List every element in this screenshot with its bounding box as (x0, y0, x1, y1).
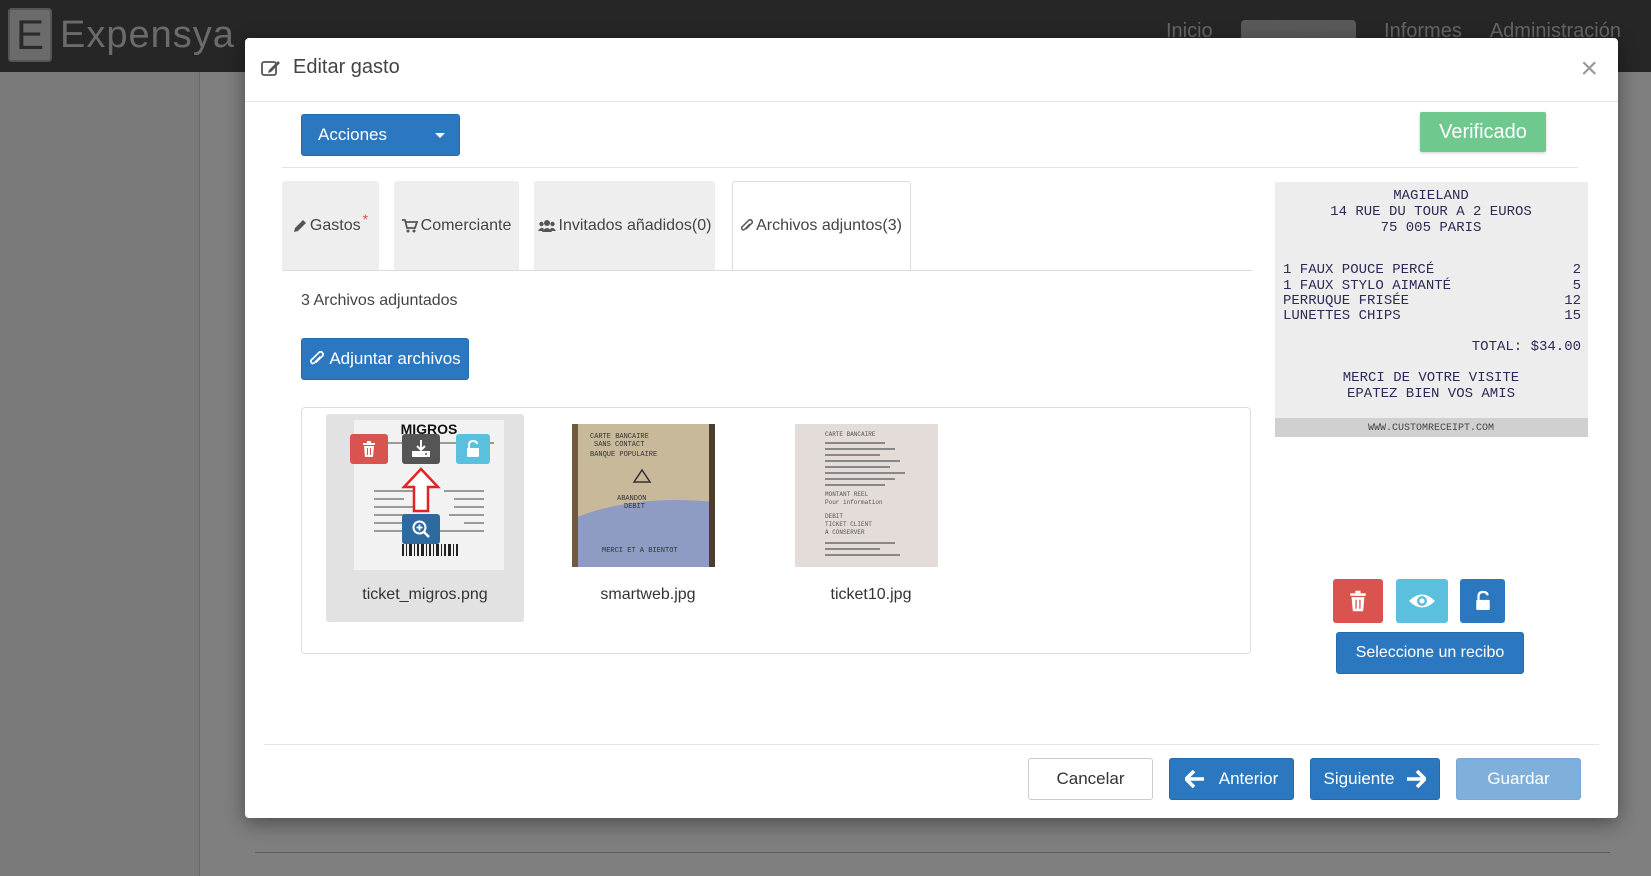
eye-icon (1409, 594, 1435, 608)
receipt-line: MAGIELAND (1393, 188, 1469, 204)
attachment-thumbnail[interactable]: CARTE BANCAIRE SANS CONTACT BANQUE POPUL… (572, 424, 715, 567)
trash-icon (363, 441, 375, 457)
arrow-up-indicator (401, 467, 441, 513)
thumbnail-line: CARTE BANCAIRE (590, 433, 649, 441)
receipt-line: 14 RUE DU TOUR A 2 EUROS (1330, 204, 1532, 220)
edit-expense-modal: Editar gasto × Acciones Verificado Gasto… (245, 38, 1618, 818)
save-button[interactable]: Guardar (1456, 758, 1581, 800)
receipt-item-value: 2 (1573, 262, 1581, 278)
tabs-border (282, 270, 1252, 271)
modal-header: Editar gasto × (245, 38, 1618, 102)
tab-archivos-adjuntos[interactable]: Archivos adjuntos(3) (732, 181, 911, 271)
thumbnail-line: SANS CONTACT (594, 441, 644, 449)
app-logo[interactable]: E Expensya (8, 8, 235, 62)
tab-invitados[interactable]: Invitados añadidos(0) (534, 181, 715, 270)
receipt-item-value: 12 (1564, 293, 1581, 309)
attachment-item[interactable]: CARTE BANCAIRE MONTANT REEL Pour informa… (772, 414, 970, 622)
unlock-icon (467, 440, 479, 457)
unlock-icon (1475, 590, 1490, 610)
actions-dropdown[interactable]: Acciones (301, 114, 460, 156)
attachments-list: MIGROS ticket_migros.png CARTE BANCAIRE … (301, 407, 1251, 654)
pencil-icon (293, 219, 306, 232)
arrow-right-icon (1407, 770, 1427, 788)
receipt-footer-line: EPATEZ BIEN VOS AMIS (1347, 386, 1515, 402)
receipt-preview-image: MAGIELAND 14 RUE DU TOUR A 2 EUROS 75 00… (1275, 182, 1588, 437)
receipt-url: WWW.CUSTOMRECEIPT.COM (1368, 423, 1494, 434)
thumbnail-line: TICKET CLIENT (825, 521, 872, 528)
thumbnail-line: DEBIT (624, 503, 645, 511)
attachment-filename: ticket10.jpg (830, 586, 912, 603)
tab-archivos-label: Archivos adjuntos(3) (756, 217, 902, 234)
attachment-item[interactable]: CARTE BANCAIRE SANS CONTACT BANQUE POPUL… (549, 414, 747, 622)
unlock-receipt-button[interactable] (1460, 579, 1505, 623)
arrow-left-icon (1184, 770, 1204, 788)
receipt-item-label: 1 FAUX STYLO AIMANTÉ (1283, 276, 1451, 294)
attachments-count: 3 Archivos adjuntados (301, 292, 458, 309)
cancel-button[interactable]: Cancelar (1028, 758, 1153, 800)
tab-invitados-label: Invitados añadidos(0) (558, 216, 712, 234)
zoom-in-icon (412, 520, 430, 538)
thumbnail-line: MERCI ET A BIENTOT (602, 547, 678, 555)
thumbnail-line: BANQUE POPULAIRE (590, 451, 657, 459)
receipt-item-label: PERRUQUE FRISÉE (1283, 291, 1409, 309)
attachment-filename: ticket_migros.png (362, 586, 488, 603)
caret-down-icon (435, 132, 445, 138)
users-icon (537, 219, 556, 232)
required-mark: * (362, 210, 369, 227)
close-icon[interactable]: × (1580, 54, 1598, 84)
thumbnail-line: DEBIT (825, 513, 843, 520)
attach-files-label: Adjuntar archivos (329, 349, 461, 368)
thumbnail-line: ABANDON (617, 495, 646, 503)
unlock-attachment-button[interactable] (456, 434, 490, 464)
download-icon (412, 440, 430, 457)
receipt-footer-line: MERCI DE VOTRE VISITE (1343, 370, 1519, 386)
modal-title: Editar gasto (261, 56, 400, 79)
receipt-line: 75 005 PARIS (1381, 220, 1482, 236)
receipt-item-label: 1 FAUX POUCE PERCÉ (1283, 260, 1434, 278)
thumbnail-line: A CONSERVER (825, 529, 865, 536)
thumbnail-line: MONTANT REEL (825, 491, 869, 498)
edit-icon (261, 60, 280, 76)
modal-title-text: Editar gasto (293, 56, 400, 78)
background-divider (255, 852, 1610, 853)
receipt-total: TOTAL: $34.00 (1472, 339, 1581, 355)
delete-receipt-button[interactable] (1333, 579, 1383, 623)
attachment-thumbnail[interactable]: CARTE BANCAIRE MONTANT REEL Pour informa… (795, 424, 938, 567)
actions-label: Acciones (318, 125, 387, 144)
thumbnail-line: Pour information (825, 499, 883, 506)
tab-gastos-label: Gastos (309, 216, 361, 234)
trash-icon (1350, 590, 1366, 612)
cart-icon (401, 218, 418, 232)
previous-button[interactable]: Anterior (1169, 758, 1294, 800)
paperclip-icon (741, 219, 754, 231)
attachment-item[interactable]: MIGROS ticket_migros.png (326, 414, 524, 622)
thumbnail-line: CARTE BANCAIRE (825, 431, 876, 438)
footer-divider (264, 744, 1599, 745)
select-receipt-button[interactable]: Seleccione un recibo (1336, 632, 1524, 674)
tab-comerciante-label: Comerciante (420, 216, 512, 234)
previous-label: Anterior (1218, 769, 1279, 788)
logo-mark: E (8, 8, 52, 62)
tab-gastos[interactable]: Gastos * (282, 181, 379, 270)
delete-attachment-button[interactable] (350, 434, 388, 464)
zoom-attachment-button[interactable] (402, 514, 440, 544)
divider (282, 167, 1578, 168)
next-label: Siguiente (1323, 769, 1395, 788)
receipt-item-value: 5 (1573, 278, 1581, 294)
attachment-filename: smartweb.jpg (600, 586, 696, 603)
view-receipt-button[interactable] (1396, 579, 1448, 623)
status-badge: Verificado (1420, 112, 1546, 152)
logo-text: Expensya (60, 13, 235, 56)
next-button[interactable]: Siguiente (1310, 758, 1440, 800)
attach-files-button[interactable]: Adjuntar archivos (301, 338, 469, 380)
download-attachment-button[interactable] (402, 434, 440, 464)
paperclip-icon (310, 351, 325, 365)
receipt-item-value: 15 (1564, 308, 1581, 324)
tab-comerciante[interactable]: Comerciante (394, 181, 519, 270)
receipt-item-label: LUNETTES CHIPS (1283, 308, 1401, 324)
